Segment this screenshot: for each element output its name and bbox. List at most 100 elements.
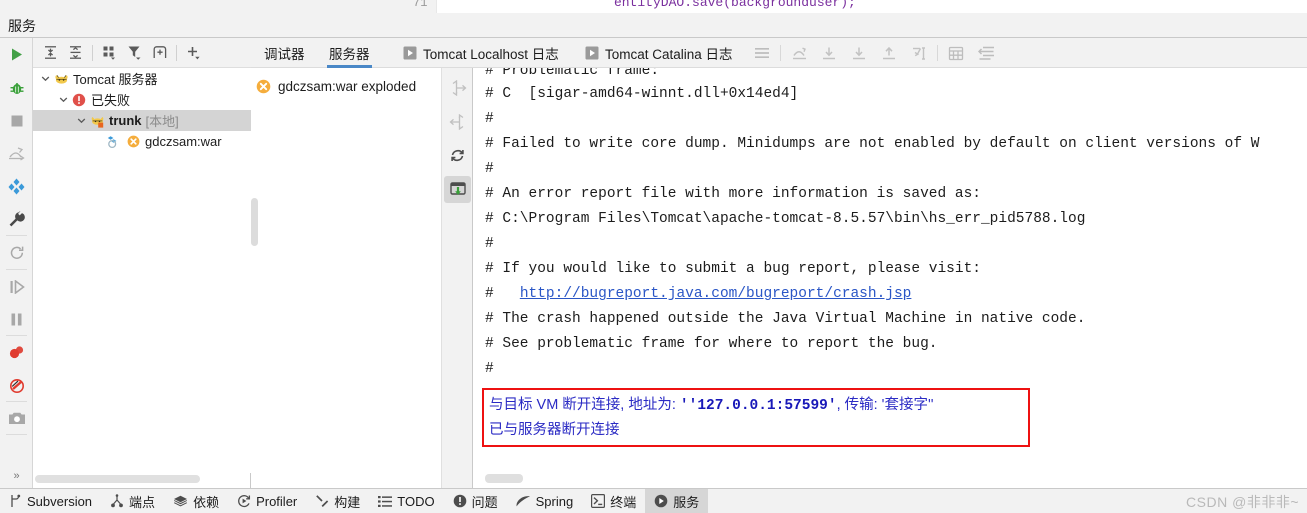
tab-debugger[interactable]: 调试器: [262, 38, 307, 68]
force-step-up-button[interactable]: [874, 38, 904, 68]
status-item-label: Profiler: [256, 493, 298, 509]
rerun-button[interactable]: [0, 236, 33, 269]
tree-node-label: gdczsam:war: [145, 134, 222, 149]
status-bar: Subversion 端点 依赖 Profiler 构建 TODO 问题 Spr…: [0, 488, 1307, 513]
soft-wrap-icon-button[interactable]: [971, 38, 1001, 68]
expand-all-button[interactable]: [38, 40, 63, 66]
tree-horizontal-scrollbar[interactable]: [33, 474, 251, 484]
tool-window-title: 服务: [8, 18, 36, 34]
status-item-label: 问题: [471, 494, 498, 510]
tree-node-trunk[interactable]: trunk [本地]: [33, 110, 251, 131]
status-item-subversion[interactable]: Subversion: [0, 489, 101, 513]
tab-tomcat-localhost-log[interactable]: Tomcat Localhost 日志: [401, 38, 561, 68]
deployment-panel: gdczsam:war exploded: [251, 38, 473, 488]
console-line: # See problematic frame for where to rep…: [485, 336, 938, 352]
refresh-button[interactable]: [444, 142, 471, 169]
tab-label: 服务器: [329, 47, 370, 62]
tree-node-artifact[interactable]: gdczsam:war: [33, 131, 251, 152]
tomcat-icon: [52, 72, 70, 86]
run-button[interactable]: [0, 38, 33, 71]
pause-button[interactable]: [0, 303, 33, 336]
list-icon: [378, 495, 393, 508]
tree-node-failed[interactable]: 已失败: [33, 89, 251, 110]
chevron-down-icon[interactable]: [75, 114, 88, 127]
tree-node-tomcat-server[interactable]: Tomcat 服务器: [33, 68, 251, 89]
disconnect-line-2: 已与服务器断开连接: [489, 423, 620, 439]
console-line: #: [485, 236, 494, 252]
endpoints-icon: [110, 494, 124, 508]
debug-button[interactable]: [0, 71, 33, 104]
status-item-spring[interactable]: Spring: [507, 489, 583, 513]
step-out-button[interactable]: [784, 38, 814, 68]
csdn-watermark: CSDN @非非非~: [1186, 494, 1299, 510]
deployment-item[interactable]: gdczsam:war exploded: [256, 76, 416, 96]
expand-deployment-button[interactable]: [444, 74, 471, 101]
status-item-label: Subversion: [27, 493, 93, 509]
console-line: # If you would like to submit a bug repo…: [485, 261, 981, 277]
artifact-icon: [106, 135, 124, 149]
console-output[interactable]: # Problematic frame: # C [sigar-amd64-wi…: [473, 68, 1307, 488]
services-tree[interactable]: Tomcat 服务器 已失败 trunk [本地] gdczsam:war: [33, 68, 251, 473]
four-diamonds-button[interactable]: [0, 170, 33, 203]
status-item-problems[interactable]: 问题: [444, 489, 507, 513]
deployment-item-label: gdczsam:war exploded: [278, 78, 417, 94]
console-line: # The crash happened outside the Java Vi…: [485, 311, 1086, 327]
hamburger-icon-button[interactable]: [747, 38, 777, 68]
mute-breakpoints-button[interactable]: [0, 369, 33, 402]
filter-button[interactable]: [122, 40, 147, 66]
wrench-button[interactable]: [0, 203, 33, 236]
step-into-down-button[interactable]: [844, 38, 874, 68]
error-circle-x-icon: [256, 79, 271, 94]
disconnect-address: ''127.0.0.1:57599': [679, 398, 837, 414]
run-to-cursor-button[interactable]: [904, 38, 934, 68]
status-item-label: 依赖: [193, 494, 220, 510]
idea-services-window: 71 entityDAO.save(backgrounduser); 服务 » …: [0, 0, 1307, 513]
console-line: #: [485, 161, 494, 177]
editor-line-number: 71: [413, 0, 428, 10]
chevron-down-icon[interactable]: [57, 93, 70, 106]
console-line-prefix: #: [485, 286, 520, 302]
stop-button[interactable]: [0, 104, 33, 137]
collapse-all-button[interactable]: [63, 40, 88, 66]
calculator-icon-button[interactable]: [941, 38, 971, 68]
services-tree-panel: Tomcat 服务器 已失败 trunk [本地] gdczsam:war: [33, 38, 251, 488]
view-breakpoints-button[interactable]: [0, 336, 33, 369]
deployment-vertical-scrollbar[interactable]: [251, 198, 258, 246]
status-item-terminal[interactable]: 终端: [582, 489, 645, 513]
editor-code-line: entityDAO.save(backgrounduser);: [614, 0, 856, 10]
services-tree-toolbar: [33, 38, 251, 68]
tree-node-label: trunk: [109, 113, 142, 128]
disconnect-message-highlight: 与目标 VM 断开连接, 地址为: ''127.0.0.1:57599', 传输…: [482, 388, 1030, 447]
console-tabstrip: 调试器 服务器 Tomcat Localhost 日志 Tomcat Catal…: [251, 38, 1307, 68]
bugreport-link[interactable]: http://bugreport.java.com/bugreport/cras…: [520, 286, 912, 302]
status-item-profiler[interactable]: Profiler: [228, 489, 306, 513]
status-item-label: 服务: [673, 494, 700, 510]
group-by-button[interactable]: [97, 40, 122, 66]
collapse-deployment-button[interactable]: [444, 108, 471, 135]
tab-server[interactable]: 服务器: [327, 38, 372, 68]
status-item-services[interactable]: 服务: [645, 488, 709, 513]
run-rail-overflow-button[interactable]: »: [0, 466, 33, 486]
step-over-down-button[interactable]: [814, 38, 844, 68]
chevron-down-icon[interactable]: [39, 72, 52, 85]
console-line: # Failed to write core dump. Minidumps a…: [485, 136, 1260, 152]
deploy-down-button[interactable]: [444, 176, 471, 203]
step-over-icon-button[interactable]: [0, 137, 33, 170]
status-item-dependencies[interactable]: 依赖: [164, 489, 228, 513]
tree-node-label: 已失败: [91, 93, 131, 108]
run-toolbar-rail: »: [0, 38, 33, 488]
console-horizontal-scrollbar[interactable]: [485, 474, 523, 483]
tab-tomcat-catalina-log[interactable]: Tomcat Catalina 日志: [583, 38, 735, 68]
terminal-icon: [591, 494, 606, 508]
console-run-icon: [585, 46, 599, 60]
add-tab-button[interactable]: [147, 40, 172, 66]
disconnect-line-1: 与目标 VM 断开连接, 地址为: ''127.0.0.1:57599', 传输…: [489, 393, 933, 414]
status-item-todo[interactable]: TODO: [369, 489, 443, 513]
status-item-endpoints[interactable]: 端点: [101, 489, 164, 513]
camera-button[interactable]: [0, 402, 33, 435]
add-service-button[interactable]: [181, 40, 206, 66]
status-item-build[interactable]: 构建: [306, 489, 369, 513]
resume-button[interactable]: [0, 270, 33, 303]
console-line: #: [485, 111, 494, 127]
error-circle-x-icon: [124, 135, 142, 148]
